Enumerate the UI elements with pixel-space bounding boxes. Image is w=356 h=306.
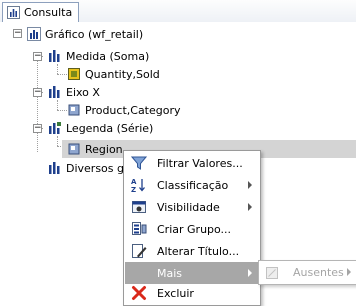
menu-item-label: Criar Grupo...: [157, 222, 232, 236]
measure-bars-icon: [48, 49, 62, 63]
tree-node-label: Quantity,Sold: [85, 67, 160, 81]
tree-node-xaxis-field[interactable]: Product,Category: [67, 101, 181, 119]
collapse-toggle-root[interactable]: −: [13, 29, 22, 38]
submenu-more: Ausentes: [258, 260, 356, 285]
collapse-toggle-legend[interactable]: −: [33, 124, 42, 133]
menu-item-delete[interactable]: Excluir: [125, 282, 259, 304]
missing-values-icon: [265, 266, 279, 280]
collapse-toggle-xaxis[interactable]: −: [33, 88, 42, 97]
group-icon: [131, 221, 147, 237]
tree-node-measure[interactable]: Medida (Soma): [48, 47, 149, 65]
chart-icon: [7, 6, 20, 19]
svg-text:Z: Z: [131, 186, 136, 193]
tree-node-root[interactable]: Gráfico (wf_retail): [27, 25, 143, 43]
svg-text:A: A: [131, 178, 137, 186]
menu-item-label: Excluir: [157, 286, 194, 300]
collapse-toggle-measure[interactable]: −: [33, 52, 42, 61]
sort-az-icon: A Z: [131, 177, 147, 194]
tree-node-legend-field[interactable]: Region: [67, 140, 123, 158]
delete-x-icon: [131, 285, 147, 301]
dimension-field-icon: [67, 142, 81, 156]
dimension-field-icon: [67, 103, 81, 117]
tree-node-label: Region: [85, 142, 123, 156]
tree-node-label: Legenda (Série): [66, 121, 154, 135]
context-menu: Filtrar Valores... A Z Classificação Vis…: [123, 150, 261, 306]
measure-field-icon: [67, 67, 81, 81]
submenu-arrow-icon: [248, 269, 252, 277]
tree-node-legend[interactable]: Legenda (Série): [48, 119, 153, 137]
axis-bars-icon: [48, 85, 62, 99]
menu-item-create-group[interactable]: Criar Grupo...: [125, 218, 259, 240]
tree-node-label: Eixo X: [66, 85, 100, 99]
menu-item-label: Filtrar Valores...: [157, 156, 243, 170]
submenu-item-missing[interactable]: Ausentes: [293, 266, 344, 279]
funnel-icon: [130, 155, 148, 171]
misc-bars-icon: [48, 161, 62, 175]
menu-item-more[interactable]: Mais: [125, 262, 259, 284]
tab-consulta[interactable]: Consulta: [2, 2, 80, 22]
tree-node-label: Gráfico (wf_retail): [45, 27, 144, 41]
submenu-arrow-icon: [347, 268, 351, 276]
menu-item-label: Alterar Título...: [157, 244, 240, 258]
menu-item-label: Visibilidade: [157, 200, 220, 214]
submenu-arrow-icon: [248, 203, 252, 211]
tree-node-measure-field[interactable]: Quantity,Sold: [67, 65, 160, 83]
edit-title-icon: [131, 243, 147, 259]
legend-bars-icon: [48, 121, 62, 135]
tree-node-xaxis[interactable]: Eixo X: [48, 83, 100, 101]
tree-node-label: Product,Category: [85, 103, 181, 117]
chart-icon: [27, 27, 41, 41]
menu-item-edit-title[interactable]: Alterar Título...: [125, 240, 259, 262]
menu-item-filter[interactable]: Filtrar Valores...: [125, 152, 259, 174]
menu-item-label: Classificação: [157, 178, 229, 192]
menu-item-sort[interactable]: A Z Classificação: [125, 174, 259, 196]
tab-label: Consulta: [24, 6, 73, 19]
tab-bar: Consulta: [0, 0, 356, 23]
tree-node-label: Medida (Soma): [66, 49, 150, 63]
menu-item-label: Mais: [157, 266, 183, 280]
submenu-arrow-icon: [248, 181, 252, 189]
menu-item-spacer: [131, 265, 147, 281]
visibility-icon: [131, 199, 147, 215]
menu-item-visibility[interactable]: Visibilidade: [125, 196, 259, 218]
